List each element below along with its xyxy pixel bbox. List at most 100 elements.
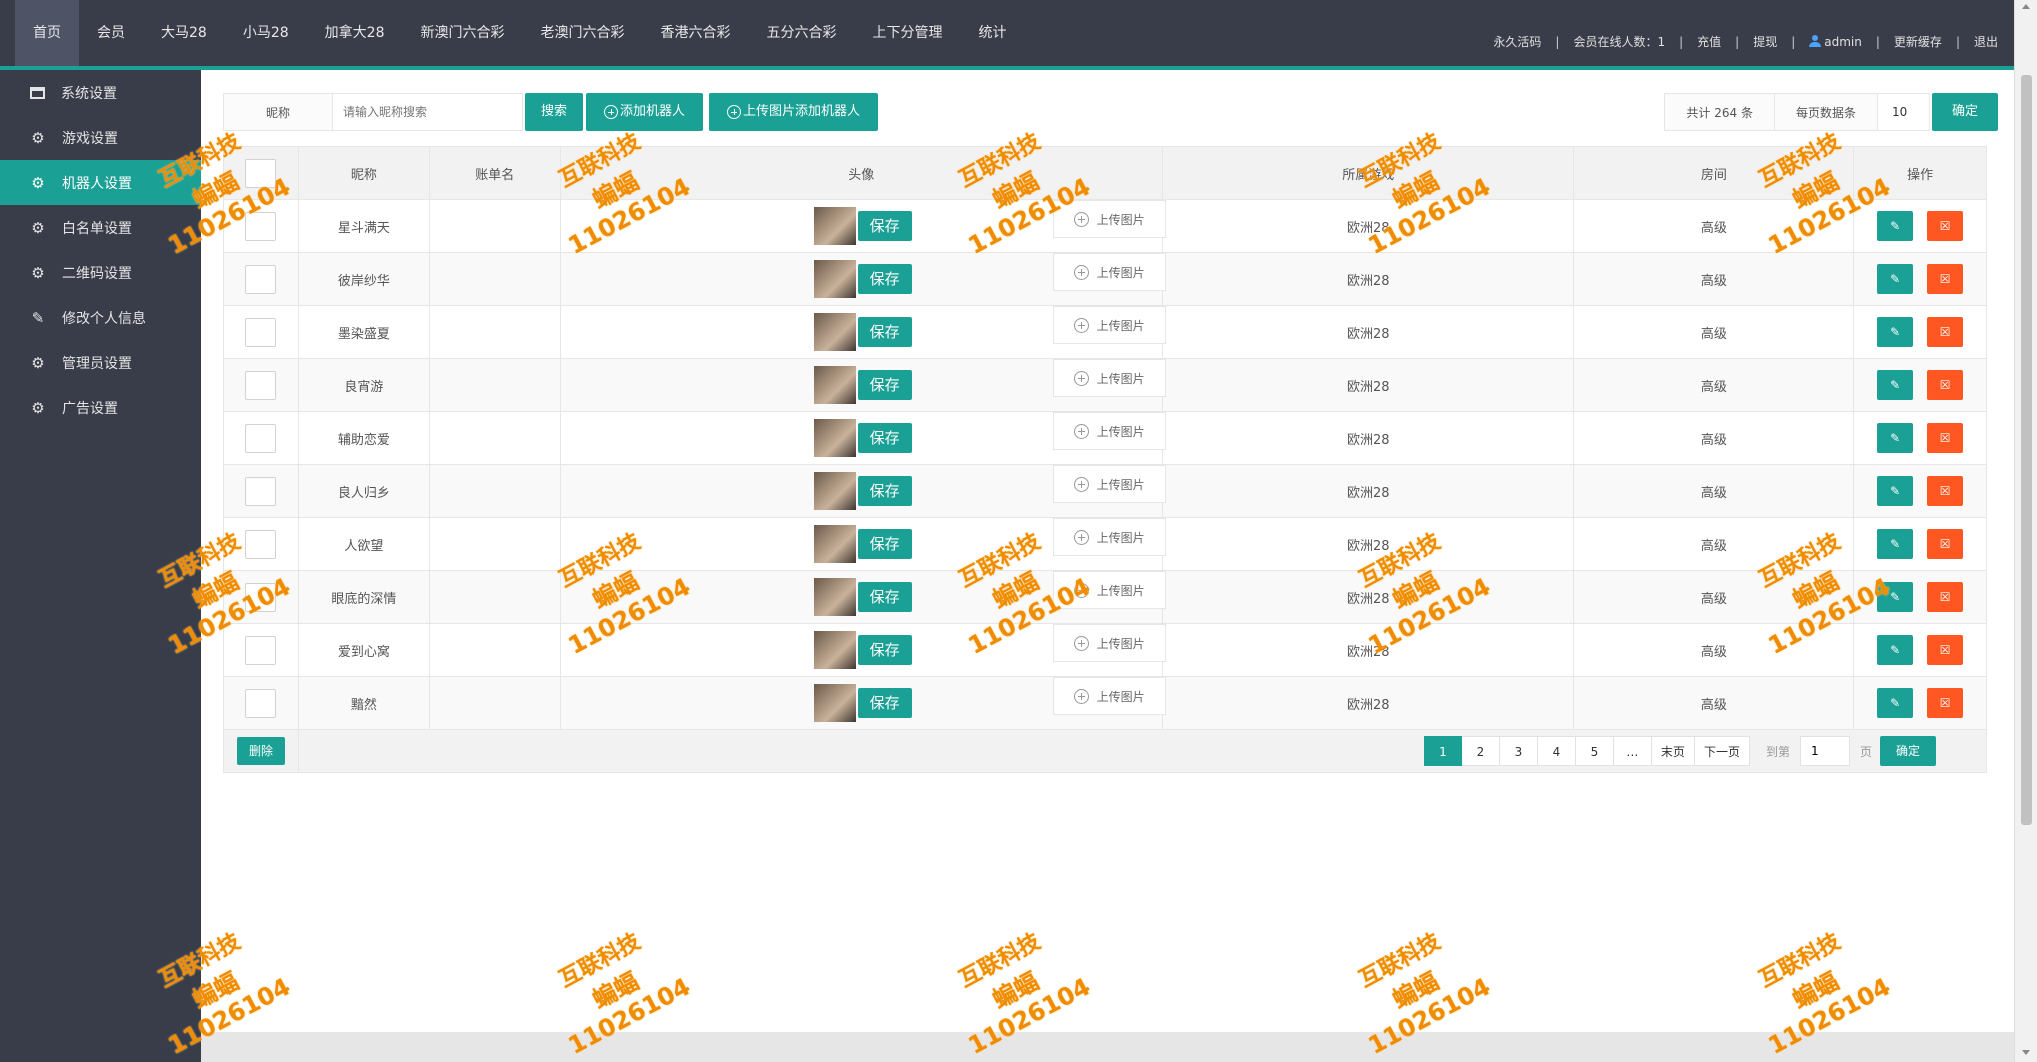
delete-button[interactable]: ☒	[1927, 370, 1964, 400]
upload-image-button[interactable]: 上传图片	[1052, 412, 1166, 450]
delete-button[interactable]: ☒	[1927, 423, 1964, 453]
upload-image-button[interactable]: 上传图片	[1052, 253, 1166, 291]
row-checkbox[interactable]	[245, 582, 277, 612]
edit-button[interactable]: ✎	[1877, 635, 1914, 665]
edit-button[interactable]: ✎	[1877, 688, 1914, 718]
nav-item[interactable]: 小马28	[225, 0, 307, 66]
scroll-up-arrow-icon[interactable]	[2022, 4, 2030, 9]
delete-button[interactable]: ☒	[1927, 211, 1964, 241]
goto-confirm-button[interactable]: 确定	[1879, 736, 1936, 766]
save-avatar-button[interactable]: 保存	[857, 635, 912, 665]
page-link[interactable]: 4	[1537, 736, 1576, 766]
recharge-link[interactable]: 充值	[1697, 33, 1721, 50]
page-link[interactable]: 1	[1423, 736, 1462, 766]
page-scrollbar[interactable]	[2014, 0, 2037, 1062]
delete-button[interactable]: ☒	[1927, 264, 1964, 294]
delete-button[interactable]: ☒	[1927, 688, 1964, 718]
nav-item[interactable]: 五分六合彩	[748, 0, 854, 66]
activation-link[interactable]: 永久活码	[1493, 33, 1541, 50]
edit-button[interactable]: ✎	[1877, 476, 1914, 506]
save-avatar-button[interactable]: 保存	[857, 264, 912, 294]
sidebar-item[interactable]: ⚙ 白名单设置	[0, 205, 201, 250]
logout-link[interactable]: 退出	[1974, 33, 1998, 50]
per-page-confirm-button[interactable]: 确定	[1931, 93, 1998, 131]
nav-item[interactable]: 大马28	[143, 0, 225, 66]
row-checkbox[interactable]	[245, 423, 277, 453]
user-menu[interactable]: admin	[1809, 34, 1862, 49]
search-button[interactable]: 搜索	[525, 93, 584, 131]
upload-image-button[interactable]: 上传图片	[1052, 465, 1166, 503]
delete-selected-button[interactable]: 删除	[236, 737, 285, 765]
edit-button[interactable]: ✎	[1877, 529, 1914, 559]
pencil-icon: ✎	[1890, 272, 1901, 286]
nav-item[interactable]: 加拿大28	[307, 0, 403, 66]
upload-image-button[interactable]: 上传图片	[1052, 359, 1166, 397]
row-checkbox[interactable]	[245, 529, 277, 559]
edit-button[interactable]: ✎	[1877, 582, 1914, 612]
row-checkbox[interactable]	[245, 688, 277, 718]
edit-button[interactable]: ✎	[1877, 423, 1914, 453]
save-avatar-button[interactable]: 保存	[857, 476, 912, 506]
upload-image-button[interactable]: 上传图片	[1052, 200, 1166, 238]
upload-add-robot-label: 上传图片添加机器人	[743, 104, 861, 119]
sidebar-item[interactable]: 系统设置	[0, 70, 201, 115]
per-page-input[interactable]	[1877, 93, 1930, 131]
page-link[interactable]: …	[1613, 736, 1652, 766]
nav-item[interactable]: 会员	[79, 0, 143, 66]
edit-button[interactable]: ✎	[1877, 264, 1914, 294]
save-avatar-button[interactable]: 保存	[857, 529, 912, 559]
upload-image-button[interactable]: 上传图片	[1052, 518, 1166, 556]
add-robot-button[interactable]: 添加机器人	[586, 93, 704, 131]
nav-item[interactable]: 老澳门六合彩	[522, 0, 642, 66]
upload-image-button[interactable]: 上传图片	[1052, 306, 1166, 344]
sidebar-item[interactable]: ⚙ 机器人设置	[0, 160, 201, 205]
save-avatar-button[interactable]: 保存	[857, 688, 912, 718]
delete-button[interactable]: ☒	[1927, 476, 1964, 506]
row-checkbox[interactable]	[245, 370, 277, 400]
select-all-checkbox[interactable]	[245, 158, 277, 188]
nav-item[interactable]: 统计	[960, 0, 1024, 66]
row-checkbox[interactable]	[245, 635, 277, 665]
edit-button[interactable]: ✎	[1877, 317, 1914, 347]
upload-image-button[interactable]: 上传图片	[1052, 624, 1166, 662]
refresh-cache-link[interactable]: 更新缓存	[1894, 33, 1942, 50]
save-avatar-button[interactable]: 保存	[857, 582, 912, 612]
row-checkbox[interactable]	[245, 476, 277, 506]
sidebar-item[interactable]: ⚙ 管理员设置	[0, 340, 201, 385]
sidebar-item[interactable]: ⚙ 游戏设置	[0, 115, 201, 160]
page-link[interactable]: 末页	[1651, 736, 1695, 766]
page-link[interactable]: 下一页	[1694, 736, 1750, 766]
upload-image-label: 上传图片	[1096, 689, 1145, 704]
save-avatar-button[interactable]: 保存	[857, 317, 912, 347]
row-checkbox[interactable]	[245, 211, 277, 241]
goto-page-input[interactable]	[1799, 736, 1850, 766]
nav-item[interactable]: 香港六合彩	[642, 0, 748, 66]
upload-add-robot-button[interactable]: 上传图片添加机器人	[709, 93, 879, 131]
save-avatar-button[interactable]: 保存	[857, 370, 912, 400]
edit-button[interactable]: ✎	[1877, 211, 1914, 241]
withdraw-link[interactable]: 提现	[1753, 33, 1777, 50]
row-checkbox[interactable]	[245, 317, 277, 347]
sidebar-item[interactable]: ⚙ 广告设置	[0, 385, 201, 430]
page-link[interactable]: 2	[1461, 736, 1500, 766]
search-input[interactable]	[333, 93, 523, 131]
scroll-down-arrow-icon[interactable]	[2022, 1050, 2030, 1055]
delete-button[interactable]: ☒	[1927, 529, 1964, 559]
save-avatar-button[interactable]: 保存	[857, 423, 912, 453]
save-avatar-button[interactable]: 保存	[857, 211, 912, 241]
row-checkbox[interactable]	[245, 264, 277, 294]
sidebar-item[interactable]: ✎ 修改个人信息	[0, 295, 201, 340]
sidebar-item[interactable]: ⚙ 二维码设置	[0, 250, 201, 295]
delete-button[interactable]: ☒	[1927, 635, 1964, 665]
nav-item[interactable]: 新澳门六合彩	[402, 0, 522, 66]
nav-item[interactable]: 上下分管理	[854, 0, 960, 66]
upload-image-button[interactable]: 上传图片	[1052, 677, 1166, 715]
scroll-thumb[interactable]	[2021, 75, 2032, 825]
page-link[interactable]: 3	[1499, 736, 1538, 766]
delete-button[interactable]: ☒	[1927, 317, 1964, 347]
upload-image-button[interactable]: 上传图片	[1052, 571, 1166, 609]
edit-button[interactable]: ✎	[1877, 370, 1914, 400]
page-link[interactable]: 5	[1575, 736, 1614, 766]
nav-item[interactable]: 首页	[15, 0, 79, 66]
delete-button[interactable]: ☒	[1927, 582, 1964, 612]
